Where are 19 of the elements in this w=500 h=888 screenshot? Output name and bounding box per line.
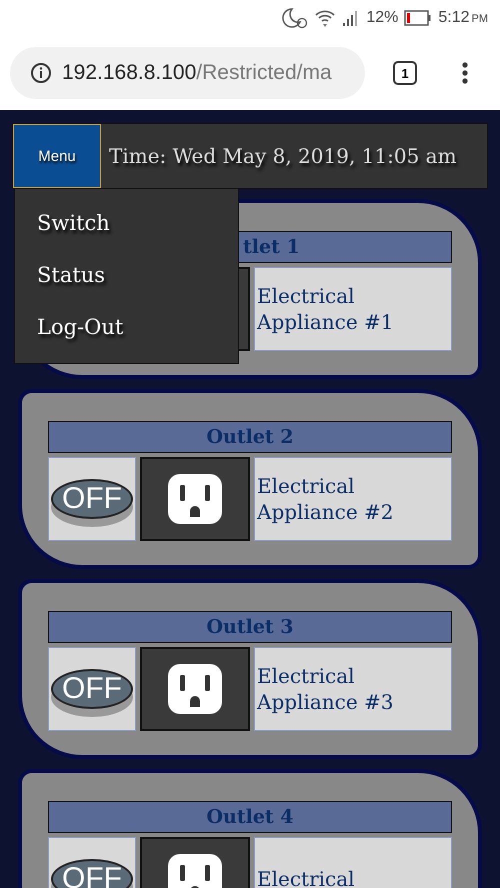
- appliance-name: Electrical: [254, 837, 452, 888]
- off-toggle-button[interactable]: OFF: [51, 859, 133, 888]
- menu-item[interactable]: Status: [15, 249, 238, 301]
- menu-item[interactable]: Log-Out: [15, 301, 238, 353]
- address-bar[interactable]: 192.168.8.100/Restricted/ma: [10, 47, 365, 99]
- battery-percent: 12%: [366, 9, 398, 27]
- menu-button[interactable]: Menu: [13, 124, 101, 188]
- menu-item[interactable]: Switch: [15, 197, 238, 249]
- url-text: 192.168.8.100/Restricted/ma: [62, 61, 332, 85]
- outlet-title: Outlet 2: [206, 426, 294, 448]
- time-text: Time: Wed May 8, 2019, 11:05 am: [108, 143, 457, 170]
- appliance-name: Electrical Appliance #1: [254, 267, 452, 351]
- outlet-title: tlet 1: [243, 236, 300, 258]
- tab-count-button[interactable]: 1: [393, 61, 417, 85]
- appliance-name: Electrical Appliance #3: [254, 647, 452, 731]
- clock-time: 5:12 PM: [438, 9, 488, 27]
- outlet-title: Outlet 4: [206, 806, 294, 828]
- outlet-title: Outlet 3: [206, 616, 294, 638]
- appliance-name: Electrical Appliance #2: [254, 457, 452, 541]
